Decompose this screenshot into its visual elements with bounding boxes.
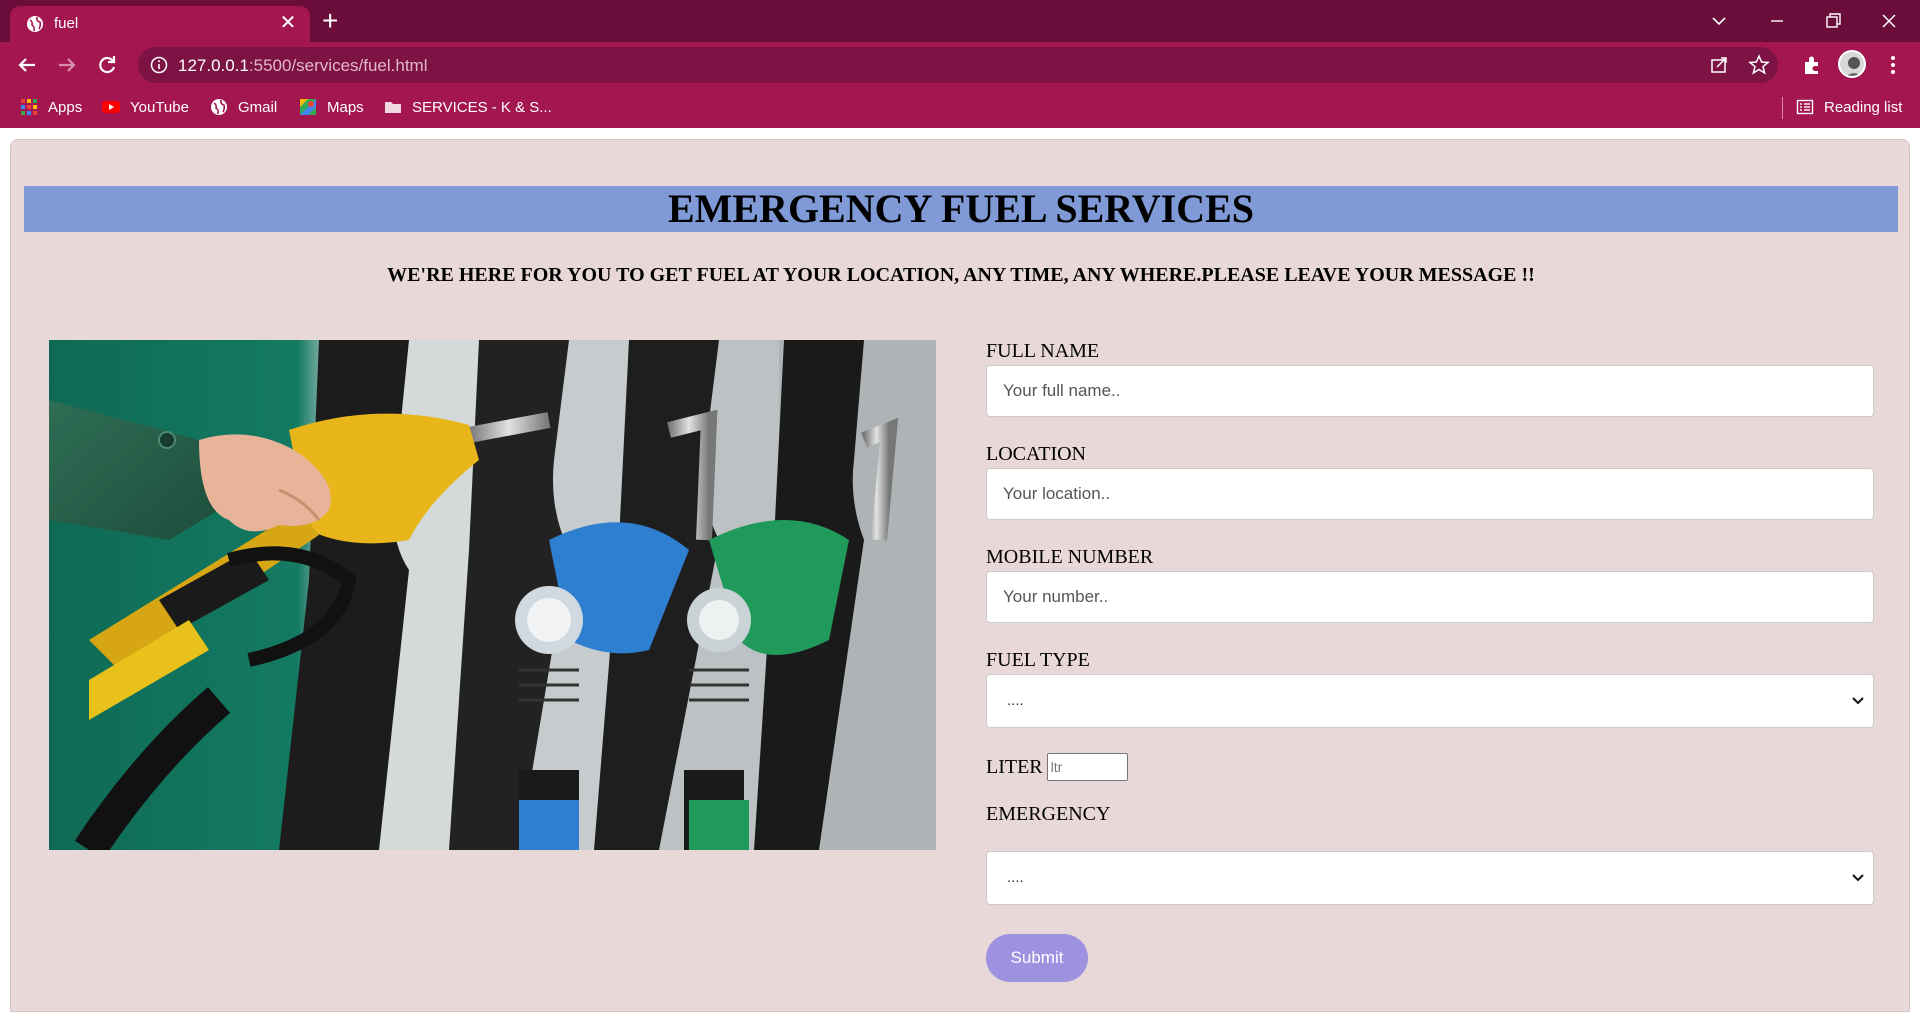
restore-icon[interactable] bbox=[1818, 6, 1848, 36]
globe-icon bbox=[27, 16, 43, 32]
maps-icon bbox=[300, 99, 316, 115]
url-path: :5500/services/fuel.html bbox=[248, 56, 428, 75]
submit-button[interactable]: Submit bbox=[986, 934, 1088, 982]
menu-kebab-icon[interactable] bbox=[1878, 50, 1908, 80]
page-banner: EMERGENCY FUEL SERVICES bbox=[24, 186, 1898, 232]
fuel-pump-illustration bbox=[49, 340, 936, 850]
bookmark-apps[interactable]: Apps bbox=[20, 98, 82, 116]
bookmark-label: SERVICES - K & S... bbox=[412, 98, 552, 116]
tab-close-icon[interactable]: ✕ bbox=[276, 10, 300, 35]
site-info-icon[interactable] bbox=[150, 56, 168, 74]
fuel-type-selected-value: .... bbox=[1007, 692, 1024, 709]
bookmark-maps[interactable]: Maps bbox=[299, 98, 364, 116]
url-host: 127.0.0.1 bbox=[178, 56, 249, 75]
chevron-down-icon bbox=[1852, 874, 1864, 882]
emergency-select[interactable]: .... bbox=[986, 851, 1874, 905]
bookmarks-divider bbox=[1782, 97, 1783, 119]
browser-toolbar: 127.0.0.1:5500/services/fuel.html bbox=[0, 42, 1920, 88]
bookmark-gmail[interactable]: Gmail bbox=[210, 98, 277, 116]
location-label: LOCATION bbox=[986, 443, 1086, 465]
emergency-label: EMERGENCY bbox=[986, 803, 1111, 825]
reload-icon[interactable] bbox=[92, 50, 122, 80]
emergency-selected-value: .... bbox=[1007, 869, 1024, 886]
tab-strip: fuel ✕ + bbox=[0, 0, 1920, 42]
tab-title: fuel bbox=[54, 15, 79, 32]
fuel-pump-image bbox=[49, 340, 936, 850]
reading-list-label: Reading list bbox=[1824, 98, 1903, 116]
close-window-icon[interactable] bbox=[1874, 6, 1904, 36]
youtube-icon bbox=[102, 101, 120, 113]
fuel-type-label: FUEL TYPE bbox=[986, 649, 1090, 671]
apps-grid-icon bbox=[21, 99, 37, 115]
back-icon[interactable] bbox=[12, 50, 42, 80]
page-content: EMERGENCY FUEL SERVICES WE'RE HERE FOR Y… bbox=[10, 139, 1910, 1012]
bookmark-label: Maps bbox=[327, 98, 364, 116]
minimize-icon[interactable] bbox=[1762, 6, 1792, 36]
extensions-icon[interactable] bbox=[1797, 50, 1827, 80]
liter-input[interactable]: ltr bbox=[1046, 753, 1128, 781]
fuel-type-select[interactable]: .... bbox=[986, 674, 1874, 728]
url-text[interactable]: 127.0.0.1:5500/services/fuel.html bbox=[178, 56, 428, 76]
mobile-number-label: MOBILE NUMBER bbox=[986, 546, 1154, 568]
reading-list-icon bbox=[1796, 99, 1814, 115]
location-input[interactable]: Your location.. bbox=[986, 468, 1874, 520]
liter-row: LITER ltr bbox=[986, 753, 1128, 781]
profile-avatar[interactable] bbox=[1838, 50, 1866, 78]
full-name-label: FULL NAME bbox=[986, 340, 1100, 362]
bookmark-services-folder[interactable]: SERVICES - K & S... bbox=[384, 98, 552, 116]
globe-icon bbox=[211, 99, 227, 115]
full-name-input[interactable]: Your full name.. bbox=[986, 365, 1874, 417]
bookmark-label: Apps bbox=[48, 98, 83, 116]
bookmark-label: YouTube bbox=[130, 98, 189, 116]
bookmark-label: Gmail bbox=[238, 98, 278, 116]
page-tagline: WE'RE HERE FOR YOU TO GET FUEL AT YOUR L… bbox=[387, 264, 1535, 286]
forward-icon[interactable] bbox=[52, 50, 82, 80]
page-title: EMERGENCY FUEL SERVICES bbox=[667, 186, 1255, 231]
address-bar[interactable]: 127.0.0.1:5500/services/fuel.html bbox=[138, 47, 1778, 83]
bookmarks-bar: Apps YouTube Gmail Maps SERVICES - K & S… bbox=[0, 88, 1920, 128]
liter-label: LITER bbox=[986, 755, 1043, 778]
bookmark-star-icon[interactable] bbox=[1744, 50, 1774, 80]
tab-search-icon[interactable] bbox=[1704, 6, 1734, 36]
new-tab-button[interactable]: + bbox=[322, 6, 338, 36]
reading-list-button[interactable]: Reading list bbox=[1796, 98, 1902, 116]
mobile-number-input[interactable]: Your number.. bbox=[986, 571, 1874, 623]
folder-icon bbox=[385, 102, 401, 113]
browser-tab[interactable]: fuel ✕ bbox=[10, 6, 310, 42]
chevron-down-icon bbox=[1852, 697, 1864, 705]
bookmark-youtube[interactable]: YouTube bbox=[102, 98, 189, 116]
avatar-image bbox=[1846, 57, 1862, 76]
share-icon[interactable] bbox=[1704, 50, 1734, 80]
